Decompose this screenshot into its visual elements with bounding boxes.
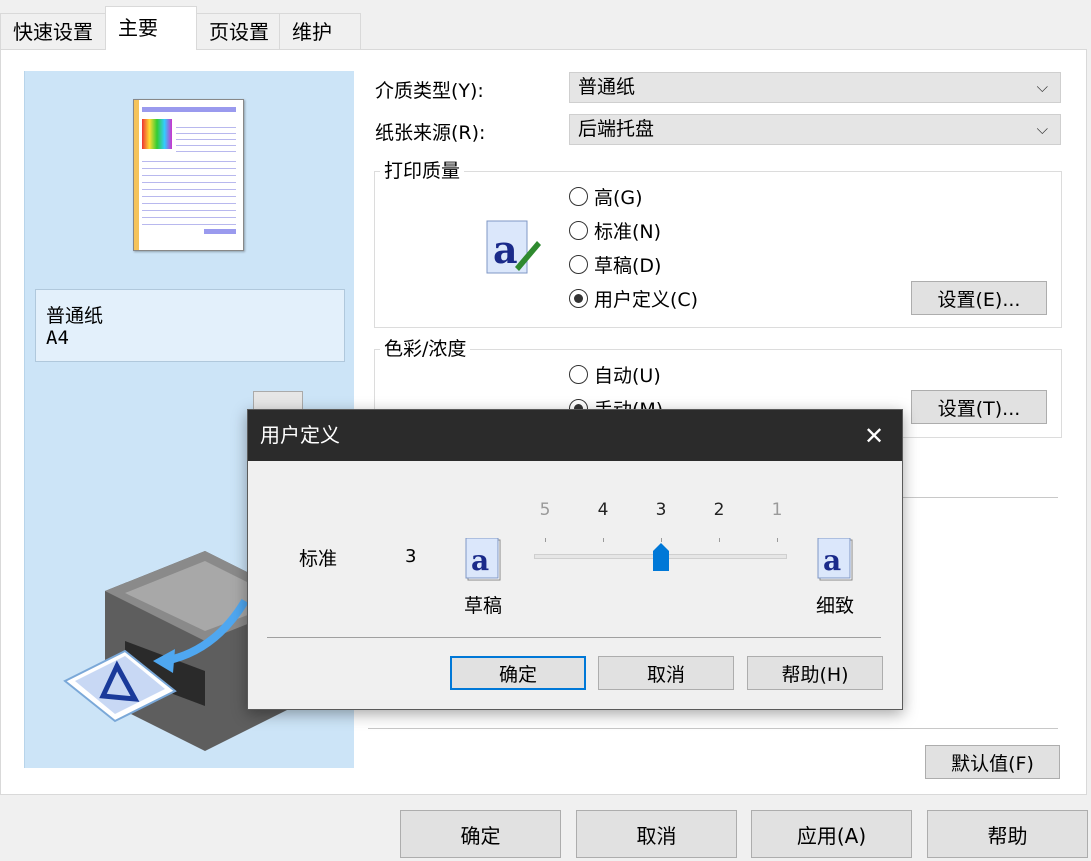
radio-quality-high[interactable]: 高(G) bbox=[569, 183, 643, 209]
close-icon[interactable]: ✕ bbox=[856, 420, 892, 452]
page-preview-thumbnail bbox=[133, 99, 244, 251]
print-quality-title: 打印质量 bbox=[380, 160, 464, 182]
slider-tick bbox=[661, 538, 662, 542]
tab-page-setup[interactable]: 页设置 bbox=[196, 13, 280, 49]
dialog-titlebar: 用户定义 bbox=[248, 410, 902, 461]
slider-tick-label: 4 bbox=[593, 500, 613, 520]
dialog-help-button[interactable]: 帮助(H) bbox=[747, 656, 883, 690]
quality-level-label: 标准 bbox=[299, 544, 337, 571]
radio-circle bbox=[569, 255, 588, 274]
media-info-box: 普通纸 A4 bbox=[35, 289, 345, 362]
dialog-separator bbox=[267, 637, 881, 638]
defaults-button[interactable]: 默认值(F) bbox=[925, 745, 1060, 779]
cancel-button[interactable]: 取消 bbox=[576, 810, 737, 858]
radio-quality-standard[interactable]: 标准(N) bbox=[569, 217, 661, 243]
media-type-select[interactable]: 普通纸 ⌵ bbox=[569, 72, 1061, 103]
dialog-cancel-button[interactable]: 取消 bbox=[598, 656, 734, 690]
dialog-title: 用户定义 bbox=[260, 423, 340, 447]
media-info-size: A4 bbox=[46, 327, 69, 349]
radio-quality-custom[interactable]: 用户定义(C) bbox=[569, 285, 698, 311]
paper-source-value: 后端托盘 bbox=[578, 118, 654, 140]
tab-maintenance[interactable]: 维护 bbox=[279, 13, 361, 49]
svg-text:a: a bbox=[493, 227, 518, 272]
slider-tick-label: 2 bbox=[709, 500, 729, 520]
slider-tick bbox=[777, 538, 778, 542]
color-settings-button[interactable]: 设置(T)... bbox=[911, 390, 1047, 424]
help-button[interactable]: 帮助 bbox=[927, 810, 1088, 858]
draft-caption: 草稿 bbox=[464, 591, 502, 618]
radio-label: 自动(U) bbox=[594, 361, 661, 388]
slider-tick-label: 3 bbox=[651, 500, 671, 520]
slider-tick bbox=[545, 538, 546, 542]
paper-source-label: 纸张来源(R): bbox=[375, 118, 485, 145]
quality-icon: a bbox=[485, 219, 541, 275]
quality-slider-thumb[interactable] bbox=[653, 543, 669, 571]
chevron-down-icon: ⌵ bbox=[1037, 115, 1048, 144]
slider-tick-label: 1 bbox=[767, 500, 787, 520]
slider-tick bbox=[603, 538, 604, 542]
radio-circle bbox=[569, 187, 588, 206]
slider-tick bbox=[719, 538, 720, 542]
chevron-down-icon: ⌵ bbox=[1037, 73, 1048, 102]
quality-settings-button[interactable]: 设置(E)... bbox=[911, 281, 1047, 315]
dialog-ok-button[interactable]: 确定 bbox=[450, 656, 586, 690]
quality-level-value: 3 bbox=[405, 546, 416, 567]
radio-circle bbox=[569, 289, 588, 308]
media-type-label: 介质类型(Y): bbox=[375, 76, 484, 103]
ok-button[interactable]: 确定 bbox=[400, 810, 561, 858]
draft-quality-icon: a bbox=[464, 538, 504, 582]
radio-label: 标准(N) bbox=[594, 217, 661, 244]
fine-caption: 细致 bbox=[816, 591, 854, 618]
apply-button[interactable]: 应用(A) bbox=[751, 810, 912, 858]
media-type-value: 普通纸 bbox=[578, 76, 635, 98]
color-intensity-title: 色彩/浓度 bbox=[380, 338, 470, 360]
media-info-type: 普通纸 bbox=[46, 301, 103, 328]
radio-label: 高(G) bbox=[594, 183, 643, 210]
tab-main[interactable]: 主要 bbox=[105, 6, 197, 50]
slider-tick-label: 5 bbox=[535, 500, 555, 520]
radio-label: 草稿(D) bbox=[594, 251, 661, 278]
radio-label: 用户定义(C) bbox=[594, 285, 698, 312]
svg-text:a: a bbox=[471, 544, 489, 577]
paper-source-select[interactable]: 后端托盘 ⌵ bbox=[569, 114, 1061, 145]
radio-quality-draft[interactable]: 草稿(D) bbox=[569, 251, 661, 277]
separator bbox=[368, 728, 1058, 729]
radio-color-auto[interactable]: 自动(U) bbox=[569, 361, 661, 387]
svg-text:a: a bbox=[823, 544, 841, 577]
separator bbox=[900, 497, 1058, 498]
radio-circle bbox=[569, 365, 588, 384]
fine-quality-icon: a bbox=[816, 538, 856, 582]
radio-circle bbox=[569, 221, 588, 240]
custom-quality-dialog: 用户定义 ✕ 标准 3 a 草稿 5 4 3 2 1 a 细致 确定 取消 帮助… bbox=[247, 409, 903, 710]
tab-quick-setup[interactable]: 快速设置 bbox=[0, 13, 106, 49]
